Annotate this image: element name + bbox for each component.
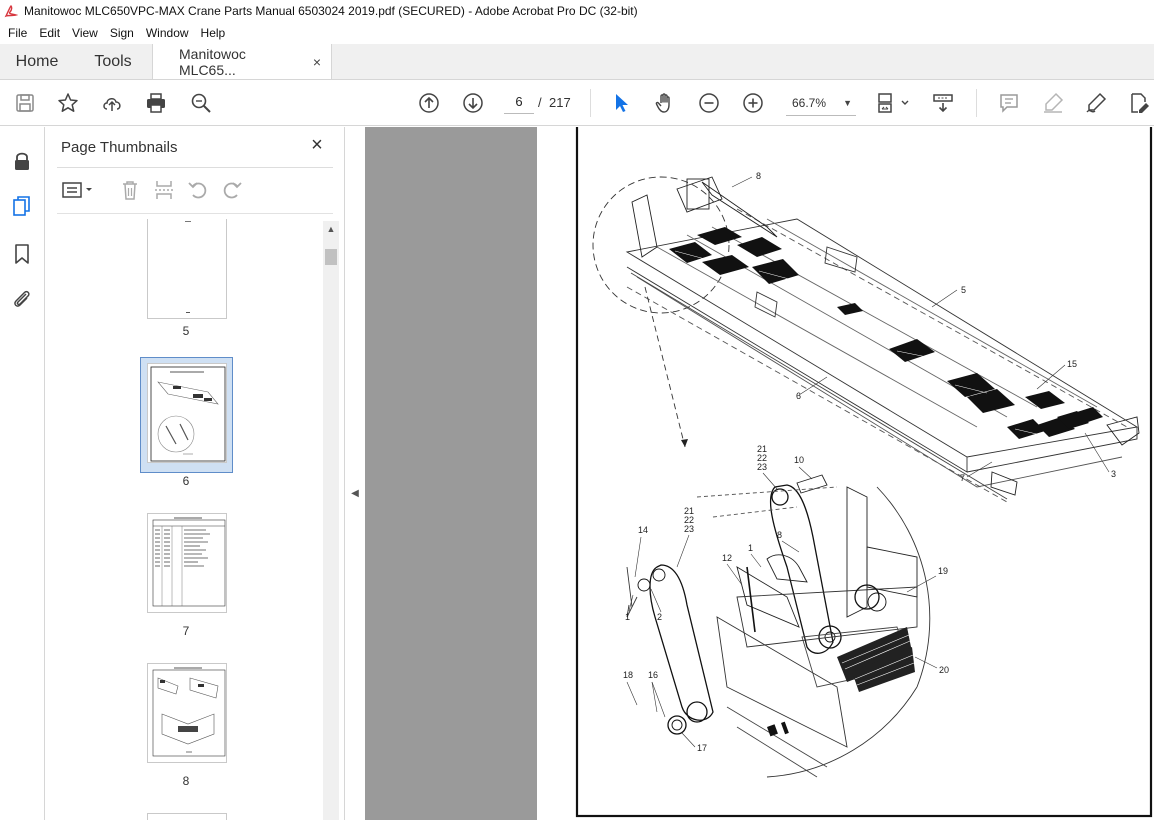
page-thumbnails-panel: Page Thumbnails × 5 6 7 8 ▲	[45, 127, 345, 820]
callout-label: 8	[777, 530, 782, 540]
menu-bar: File Edit View Sign Window Help	[0, 22, 1154, 44]
callout-label: 1	[748, 543, 753, 553]
callout-label: 14	[638, 525, 648, 535]
lock-icon[interactable]	[10, 149, 34, 173]
page-total: 217	[549, 95, 571, 110]
menu-view[interactable]: View	[66, 26, 104, 40]
callout-label: 7	[960, 473, 965, 483]
collapse-panel-icon[interactable]: ◀	[349, 487, 361, 501]
zoom-out-icon[interactable]	[697, 91, 721, 115]
thumbnail-page-5[interactable]	[147, 219, 227, 319]
thumbnail-list: 5 6 7 8	[45, 215, 345, 820]
callout-label: 2	[657, 612, 662, 622]
rotate-right-icon[interactable]	[221, 179, 243, 201]
callout-label: 17	[697, 743, 707, 753]
tab-tools[interactable]: Tools	[74, 44, 152, 79]
panel-title: Page Thumbnails	[61, 139, 178, 156]
thumbnail-label: 6	[182, 474, 190, 488]
thumbnail-label: 8	[182, 774, 190, 788]
page-thumbnails-icon[interactable]	[10, 194, 34, 218]
callout-label: 6	[796, 391, 801, 401]
toolbar-divider	[590, 89, 591, 117]
select-cursor-icon[interactable]	[609, 91, 633, 115]
thumbnail-page-7[interactable]	[147, 513, 227, 613]
thumbnail-page-6[interactable]	[147, 363, 227, 463]
menu-edit[interactable]: Edit	[33, 26, 66, 40]
save-icon[interactable]	[13, 91, 37, 115]
scroll-up-icon[interactable]: ▲	[323, 221, 339, 237]
tab-document-label: Manitowoc MLC65...	[179, 45, 246, 78]
callout-label: 15	[1067, 359, 1077, 369]
tab-document[interactable]: Manitowoc MLC65... ×	[152, 44, 332, 79]
callout-label: 12	[722, 553, 732, 563]
zoom-value: 66.7%	[792, 95, 827, 110]
options-menu-icon[interactable]	[61, 179, 95, 201]
callout-label: 20	[939, 665, 949, 675]
callout-label: 8	[756, 171, 761, 181]
page-up-icon[interactable]	[417, 91, 441, 115]
delete-icon[interactable]	[119, 179, 141, 201]
acrobat-window: Manitowoc MLC650VPC-MAX Crane Parts Manu…	[0, 0, 1154, 820]
thumbnail-page-8[interactable]	[147, 663, 227, 763]
scrollbar-thumb[interactable]	[325, 249, 337, 265]
close-tab-icon[interactable]: ×	[313, 54, 321, 70]
zoom-select[interactable]: 66.7% ▼	[786, 90, 856, 116]
star-icon[interactable]	[56, 91, 80, 115]
callout-label: 3	[1111, 469, 1116, 479]
scroll-mode-icon[interactable]	[931, 91, 955, 115]
callout-label: 23	[684, 524, 694, 534]
callout-label: 5	[961, 285, 966, 295]
panel-splitter[interactable]: ◀	[345, 127, 365, 820]
bookmark-icon[interactable]	[10, 242, 34, 266]
left-navigation-rail	[0, 127, 45, 820]
acrobat-logo-icon	[4, 4, 18, 18]
thumbnail-label: 5	[182, 324, 190, 338]
callout-label: 16	[648, 670, 658, 680]
extract-icon[interactable]	[153, 179, 175, 201]
edit-pdf-icon[interactable]	[1127, 91, 1151, 115]
attachment-icon[interactable]	[10, 287, 34, 311]
thumbnail-tools	[57, 175, 333, 205]
menu-help[interactable]: Help	[195, 26, 232, 40]
page-separator: /	[538, 95, 542, 110]
fit-page-icon[interactable]	[876, 91, 910, 115]
upload-icon[interactable]	[100, 91, 124, 115]
sign-icon[interactable]	[1084, 91, 1108, 115]
document-view[interactable]: 8 5 15 6 3 7 21 22 23 10 21 22 23 14 8 1…	[365, 127, 1154, 820]
callout-label: 1	[625, 612, 630, 622]
thumbnail-label: 7	[182, 624, 190, 638]
pdf-page: 8 5 15 6 3 7 21 22 23 10 21 22 23 14 8 1…	[537, 127, 1154, 820]
panel-divider	[57, 213, 333, 214]
comment-icon[interactable]	[997, 91, 1021, 115]
panel-divider	[57, 167, 333, 168]
callout-label: 23	[757, 462, 767, 472]
rotate-left-icon[interactable]	[187, 179, 209, 201]
title-bar: Manitowoc MLC650VPC-MAX Crane Parts Manu…	[0, 0, 1154, 22]
parts-diagram: 8 5 15 6 3 7 21 22 23 10 21 22 23 14 8 1…	[575, 127, 1153, 818]
zoom-in-icon[interactable]	[741, 91, 765, 115]
callout-label: 10	[794, 455, 804, 465]
chevron-down-icon: ▼	[843, 97, 852, 108]
menu-window[interactable]: Window	[140, 26, 195, 40]
window-title: Manitowoc MLC650VPC-MAX Crane Parts Manu…	[24, 4, 638, 18]
tab-bar: Home Tools Manitowoc MLC65... ×	[0, 44, 1154, 80]
callout-label: 18	[623, 670, 633, 680]
menu-file[interactable]: File	[2, 26, 33, 40]
search-zoom-icon[interactable]	[189, 91, 213, 115]
print-icon[interactable]	[144, 91, 168, 115]
thumbnail-page-next[interactable]	[147, 813, 227, 820]
toolbar-divider	[976, 89, 977, 117]
tab-home[interactable]: Home	[0, 44, 74, 79]
page-number-input[interactable]	[504, 90, 534, 114]
callout-label: 19	[938, 566, 948, 576]
highlight-icon[interactable]	[1041, 91, 1065, 115]
thumbnail-scrollbar[interactable]: ▲	[323, 221, 339, 820]
page-down-icon[interactable]	[461, 91, 485, 115]
close-panel-icon[interactable]: ×	[307, 135, 327, 155]
hand-icon[interactable]	[653, 91, 677, 115]
menu-sign[interactable]: Sign	[104, 26, 140, 40]
main-toolbar: / 217 66.7% ▼	[0, 80, 1154, 126]
